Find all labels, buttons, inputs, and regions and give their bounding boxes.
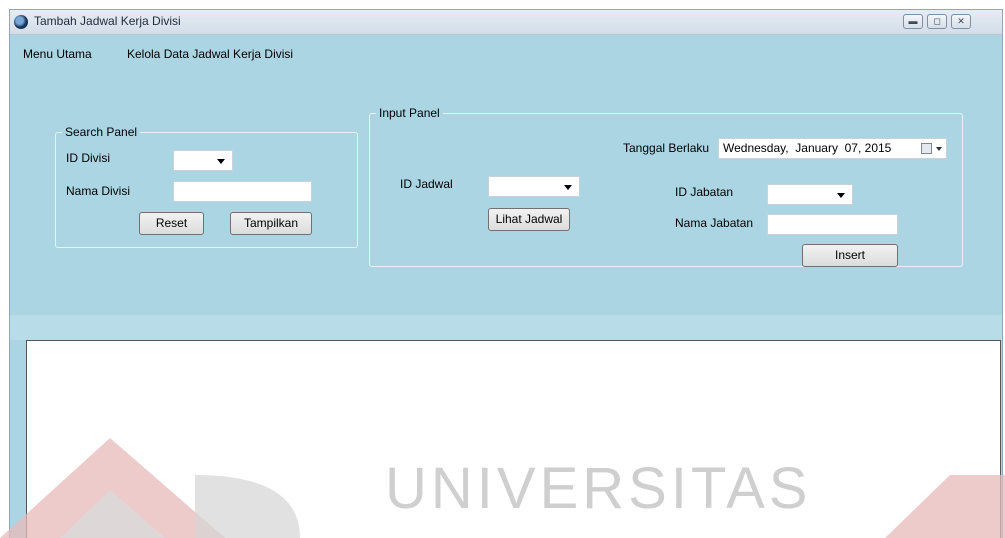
nama-divisi-input[interactable] — [173, 181, 312, 202]
insert-button[interactable]: Insert — [802, 244, 898, 267]
app-icon — [14, 15, 28, 29]
lihat-jadwal-button[interactable]: Lihat Jadwal — [488, 208, 570, 231]
dropdown-arrow-icon — [837, 193, 845, 198]
id-jadwal-combo[interactable] — [488, 176, 580, 197]
id-divisi-label: ID Divisi — [66, 151, 110, 165]
tanggal-berlaku-datepicker[interactable]: Wednesday, January 07, 2015 — [718, 138, 947, 159]
id-jadwal-label: ID Jadwal — [400, 177, 453, 191]
title-bar[interactable]: Tambah Jadwal Kerja Divisi ▬ ◻ ✕ — [10, 10, 1002, 35]
input-panel: Input Panel Tanggal Berlaku Wednesday, J… — [369, 106, 963, 267]
watermark-text: UNIVERSITAS — [385, 456, 812, 521]
calendar-icon — [921, 143, 932, 154]
reset-button[interactable]: Reset — [139, 212, 204, 235]
nama-jabatan-label: Nama Jabatan — [675, 216, 754, 230]
close-icon[interactable]: ✕ — [951, 14, 971, 29]
nama-jabatan-input[interactable] — [767, 214, 898, 235]
tampilkan-button[interactable]: Tampilkan — [230, 212, 312, 235]
chevron-down-icon — [936, 147, 942, 151]
window-title: Tambah Jadwal Kerja Divisi — [34, 14, 181, 28]
id-jabatan-combo[interactable] — [767, 184, 853, 205]
menu-item-menu-utama[interactable]: Menu Utama — [23, 47, 92, 61]
id-divisi-combo[interactable] — [173, 150, 233, 171]
dropdown-arrow-icon — [217, 159, 225, 164]
input-panel-legend: Input Panel — [376, 106, 443, 120]
separator-band — [10, 315, 1002, 340]
dropdown-arrow-icon — [564, 185, 572, 190]
watermark-red-bar — [885, 475, 1005, 538]
tanggal-berlaku-value: Wednesday, January 07, 2015 — [723, 141, 892, 155]
search-panel-legend: Search Panel — [62, 125, 141, 139]
id-jabatan-label: ID Jabatan — [675, 185, 734, 199]
minimize-icon[interactable]: ▬ — [903, 14, 923, 29]
menu-bar: Menu Utama Kelola Data Jadwal Kerja Divi… — [10, 35, 1002, 61]
nama-divisi-label: Nama Divisi — [66, 184, 131, 198]
watermark-d-shape — [195, 475, 300, 538]
tanggal-berlaku-label: Tanggal Berlaku — [623, 141, 710, 155]
maximize-icon[interactable]: ◻ — [927, 14, 947, 29]
search-panel: Search Panel ID Divisi Nama Divisi Reset… — [55, 125, 358, 248]
menu-item-kelola-data[interactable]: Kelola Data Jadwal Kerja Divisi — [127, 47, 293, 61]
